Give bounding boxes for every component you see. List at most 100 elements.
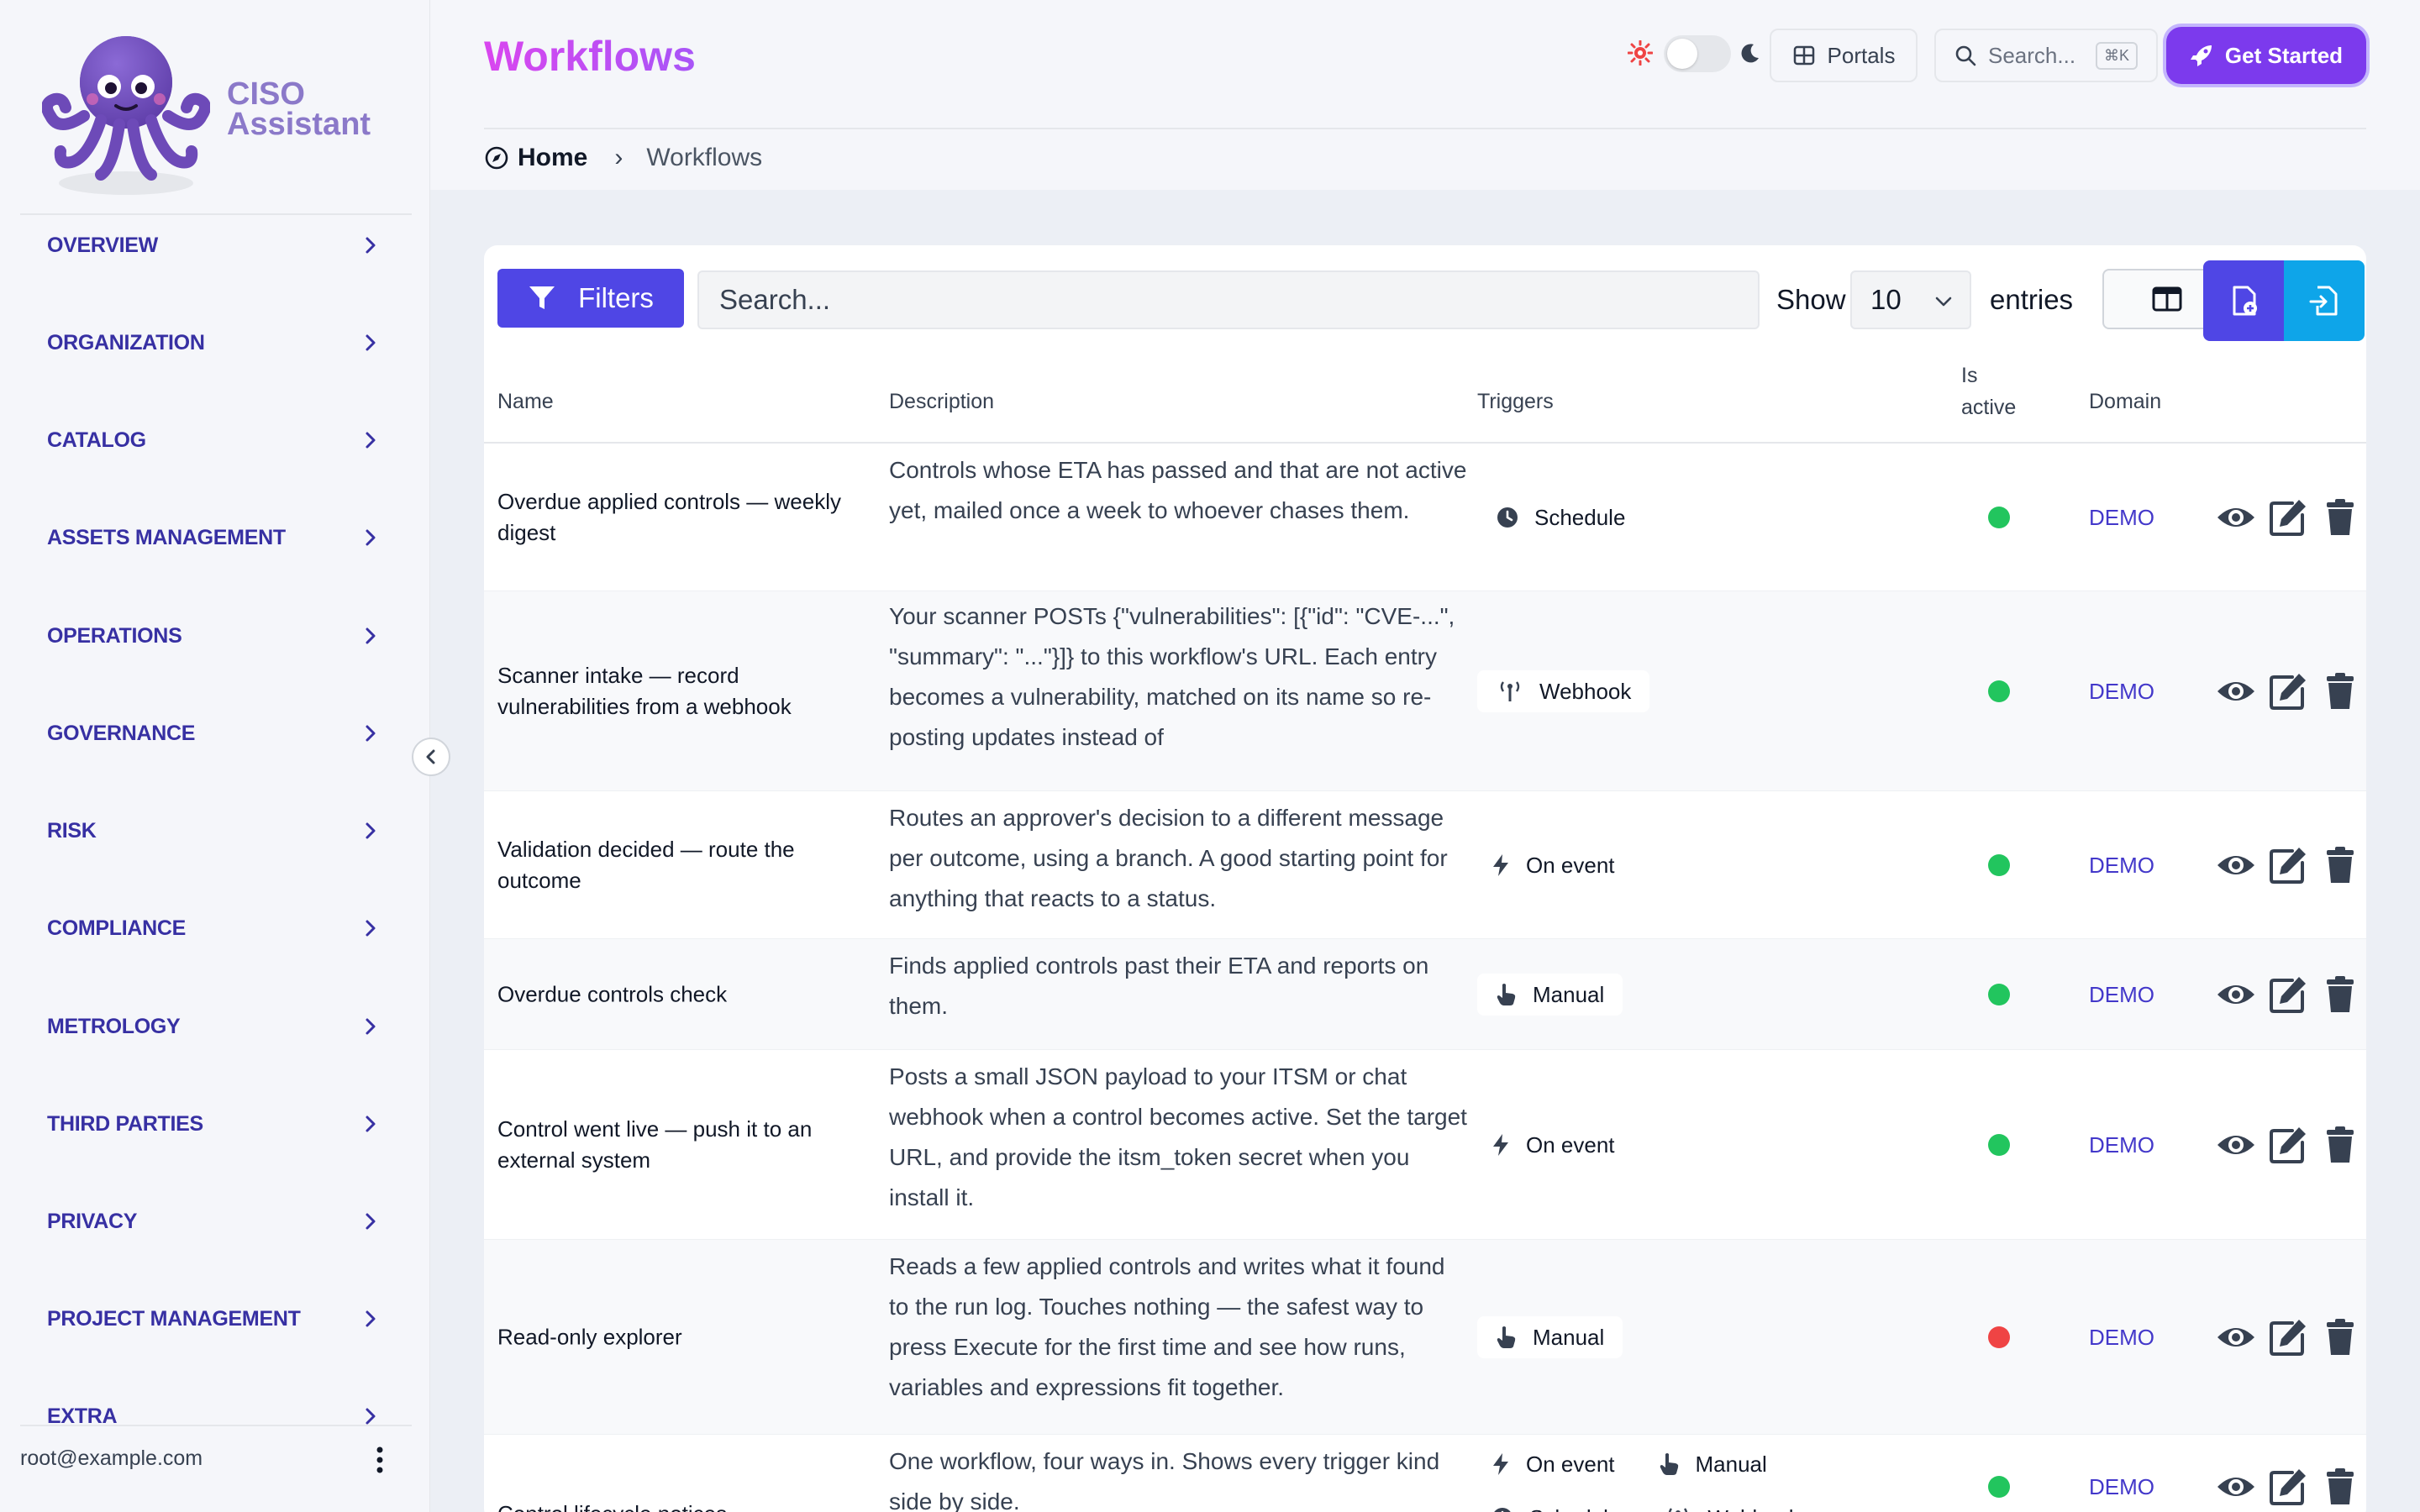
table-row[interactable]: Overdue controls check Finds applied cont… — [484, 939, 2366, 1050]
workflow-name[interactable]: Validation decided — route the outcome — [497, 834, 867, 896]
sidebar-item-assets-management[interactable]: ASSETS MANAGEMENT — [47, 512, 383, 563]
sidebar-item-label: THIRD PARTIES — [47, 1111, 203, 1136]
column-header-is-active[interactable]: Is active — [1961, 360, 2016, 423]
global-search-placeholder: Search... — [1988, 42, 2076, 68]
table-row[interactable]: Validation decided — route the outcome Ro… — [484, 791, 2366, 939]
trigger-badge: Manual — [1477, 1316, 1623, 1358]
view-eye-icon[interactable] — [2215, 1316, 2257, 1362]
row-actions — [2215, 844, 2361, 890]
sidebar-item-project-management[interactable]: PROJECT MANAGEMENT — [47, 1294, 383, 1344]
edit-icon[interactable] — [2267, 1466, 2309, 1512]
workflow-name[interactable]: Read-only explorer — [497, 1321, 867, 1352]
get-started-button[interactable]: Get Started — [2166, 27, 2366, 84]
workflow-name[interactable]: Overdue applied controls — weekly digest — [497, 486, 867, 549]
domain-link[interactable]: DEMO — [2089, 679, 2154, 705]
delete-trash-icon[interactable] — [2319, 1316, 2361, 1362]
sidebar-item-organization[interactable]: ORGANIZATION — [47, 318, 383, 368]
column-header-domain[interactable]: Domain — [2089, 390, 2161, 414]
portals-button[interactable]: Portals — [1770, 29, 1918, 82]
export-button[interactable] — [2203, 260, 2286, 341]
delete-trash-icon[interactable] — [2319, 1466, 2361, 1512]
trigger-badge: Manual — [1477, 974, 1623, 1016]
breadcrumb-home[interactable]: Home — [484, 144, 587, 172]
view-eye-icon[interactable] — [2215, 496, 2257, 543]
sidebar-item-label: COMPLIANCE — [47, 916, 187, 940]
sidebar-item-risk[interactable]: RISK — [47, 806, 383, 856]
workflow-name[interactable]: Overdue controls check — [497, 979, 867, 1010]
domain-link[interactable]: DEMO — [2089, 853, 2154, 879]
delete-trash-icon[interactable] — [2319, 1124, 2361, 1170]
sidebar-item-privacy[interactable]: PRIVACY — [47, 1196, 383, 1247]
edit-icon[interactable] — [2267, 974, 2309, 1020]
delete-trash-icon[interactable] — [2319, 496, 2361, 543]
view-eye-icon[interactable] — [2215, 1124, 2257, 1170]
workflow-name[interactable]: Control went live — push it to an extern… — [497, 1114, 867, 1176]
table-row[interactable]: Read-only explorer Reads a few applied co… — [484, 1240, 2366, 1435]
collapse-sidebar-button[interactable] — [412, 738, 450, 776]
view-eye-icon[interactable] — [2215, 1466, 2257, 1512]
table-toolbar: Filters Show 10 entries — [497, 259, 2365, 341]
import-button[interactable] — [2284, 260, 2365, 341]
bolt-icon — [1491, 1133, 1511, 1157]
ciso-assistant-logo[interactable]: CISO Assistant — [41, 24, 395, 200]
column-header-description[interactable]: Description — [889, 390, 994, 414]
view-eye-icon[interactable] — [2215, 670, 2257, 717]
columns-icon — [2152, 286, 2182, 312]
edit-icon[interactable] — [2267, 1316, 2309, 1362]
workflow-name[interactable]: Scanner intake — record vulnerabilities … — [497, 660, 867, 722]
portals-label: Portals — [1827, 42, 1896, 68]
sidebar-item-catalog[interactable]: CATALOG — [47, 415, 383, 465]
delete-trash-icon[interactable] — [2319, 844, 2361, 890]
row-actions — [2215, 670, 2361, 717]
more-vertical-icon[interactable] — [370, 1443, 390, 1477]
theme-toggle[interactable] — [1664, 35, 1731, 72]
filters-button[interactable]: Filters — [497, 269, 684, 328]
domain-link[interactable]: DEMO — [2089, 1474, 2154, 1500]
table-search-input[interactable] — [697, 270, 1760, 329]
edit-icon[interactable] — [2267, 844, 2309, 890]
column-header-name[interactable]: Name — [497, 390, 554, 414]
sidebar-item-operations[interactable]: OPERATIONS — [47, 611, 383, 661]
delete-trash-icon[interactable] — [2319, 670, 2361, 717]
table-row[interactable]: Control lifecycle notices One workflow, f… — [484, 1435, 2366, 1512]
breadcrumb-current: Workflows — [646, 144, 763, 171]
sidebar-item-extra[interactable]: EXTRA — [47, 1391, 383, 1441]
chevron-right-icon — [366, 822, 376, 839]
sidebar-item-governance[interactable]: GOVERNANCE — [47, 708, 383, 759]
sun-icon[interactable] — [1627, 39, 1654, 66]
table-row[interactable]: Overdue applied controls — weekly digest… — [484, 444, 2366, 591]
trigger-label: On event — [1526, 1451, 1615, 1477]
bolt-icon — [1491, 1452, 1511, 1476]
chevron-down-icon — [1935, 297, 1952, 307]
moon-icon[interactable] — [1739, 42, 1761, 64]
domain-link[interactable]: DEMO — [2089, 505, 2154, 531]
sidebar-item-compliance[interactable]: COMPLIANCE — [47, 903, 383, 953]
delete-trash-icon[interactable] — [2319, 974, 2361, 1020]
domain-link[interactable]: DEMO — [2089, 1132, 2154, 1158]
sidebar-item-overview[interactable]: OVERVIEW — [47, 220, 383, 270]
hand-pointer-icon — [1659, 1452, 1681, 1476]
sidebar-item-third-parties[interactable]: THIRD PARTIES — [47, 1099, 383, 1149]
edit-icon[interactable] — [2267, 670, 2309, 717]
domain-link[interactable]: DEMO — [2089, 982, 2154, 1008]
domain-link[interactable]: DEMO — [2089, 1325, 2154, 1351]
chevron-right-icon — [366, 1310, 376, 1327]
workflows-table-card: Filters Show 10 entries Name Description… — [484, 245, 2366, 1512]
entries-per-page-select[interactable]: 10 — [1850, 270, 1971, 329]
chevron-right-icon — [366, 237, 376, 254]
view-eye-icon[interactable] — [2215, 844, 2257, 890]
table-row[interactable]: Scanner intake — record vulnerabilities … — [484, 591, 2366, 791]
page-title: Workflows — [484, 33, 696, 80]
sidebar-item-metrology[interactable]: METROLOGY — [47, 1001, 383, 1052]
view-eye-icon[interactable] — [2215, 974, 2257, 1020]
column-header-triggers[interactable]: Triggers — [1477, 390, 1554, 414]
table-header: Name Description Triggers Is active Domai… — [484, 360, 2366, 444]
row-actions — [2215, 1466, 2361, 1512]
table-row[interactable]: Control went live — push it to an extern… — [484, 1050, 2366, 1240]
sidebar-item-label: CATALOG — [47, 428, 146, 452]
edit-icon[interactable] — [2267, 496, 2309, 543]
edit-icon[interactable] — [2267, 1124, 2309, 1170]
global-search[interactable]: Search... ⌘K — [1934, 29, 2158, 82]
workflow-name[interactable]: Control lifecycle notices — [497, 1499, 867, 1512]
workflow-triggers: On event — [1477, 1124, 1813, 1166]
